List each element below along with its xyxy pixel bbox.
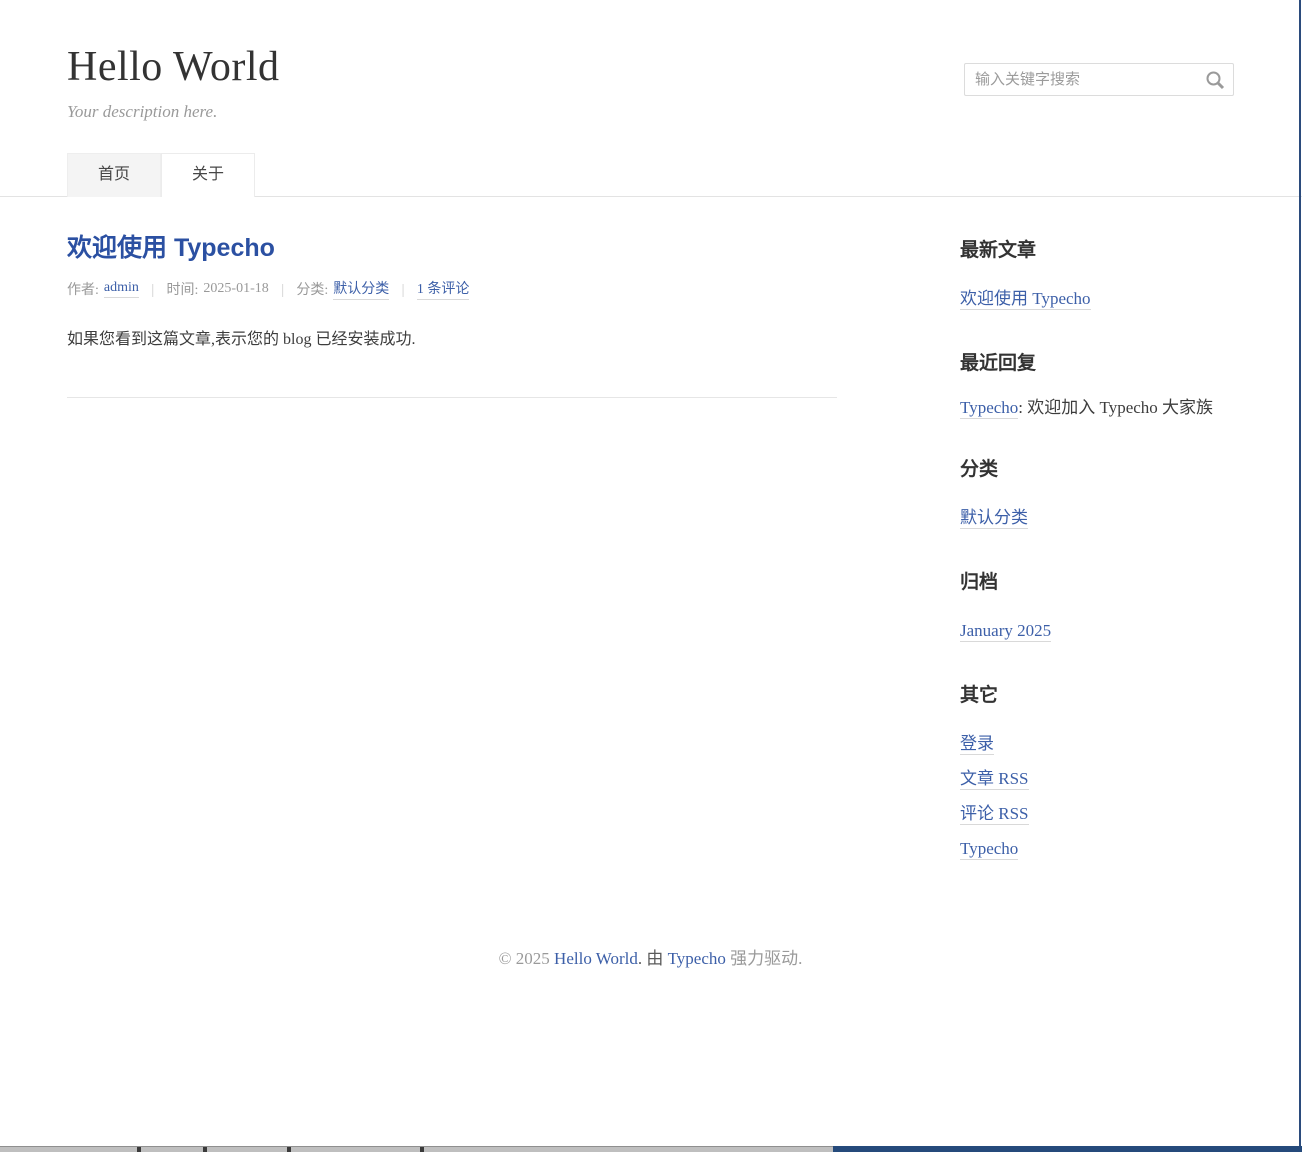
post-rss-link[interactable]: 文章 RSS (960, 769, 1029, 790)
latest-post-link[interactable]: 欢迎使用 Typecho (960, 289, 1091, 310)
nav-tab-home-label: 首页 (98, 166, 130, 183)
widget-recent-comments: 最近回复 Typecho: 欢迎加入 Typecho 大家族 (960, 352, 1234, 422)
date-label: 时间: (167, 279, 199, 299)
site-title-link[interactable]: Hello World (67, 44, 280, 90)
search-icon (1205, 70, 1225, 90)
widget-title-categories: 分类 (960, 458, 1234, 482)
nav-tab-about[interactable]: 关于 (161, 153, 255, 197)
comment-text: : 欢迎加入 Typecho 大家族 (1018, 398, 1213, 417)
nav-tab-about-label: 关于 (192, 166, 224, 183)
list-item: Typecho (960, 831, 1234, 866)
list-item: 欢迎使用 Typecho (960, 281, 1234, 316)
bottom-strip-mark (420, 1147, 424, 1152)
post-date: 2025-01-18 (203, 281, 268, 297)
bottom-strip-navy (833, 1146, 1302, 1152)
recent-comment-item: Typecho: 欢迎加入 Typecho 大家族 (960, 394, 1234, 422)
footer-engine-link[interactable]: Typecho (668, 949, 726, 968)
comment-author-link[interactable]: Typecho (960, 398, 1018, 419)
category-item-link[interactable]: 默认分类 (960, 508, 1028, 529)
footer-suffix-text: 强力驱动. (726, 949, 803, 968)
site-description: Your description here. (67, 101, 1234, 123)
widget-title-archives: 归档 (960, 571, 1234, 595)
post: 欢迎使用 Typecho 作者: admin | 时间: 2025-01-18 … (67, 235, 837, 353)
nav-tab-home[interactable]: 首页 (67, 153, 161, 197)
category-link[interactable]: 默认分类 (333, 278, 389, 300)
copyright-text: © 2025 (499, 949, 554, 968)
post-list: 欢迎使用 Typecho 作者: admin | 时间: 2025-01-18 … (67, 197, 837, 902)
main-nav: 首页 关于 (67, 153, 1234, 197)
widget-title-latest-posts: 最新文章 (960, 239, 1234, 263)
author-label: 作者: (67, 279, 99, 299)
list-item: 登录 (960, 726, 1234, 761)
list-item: 文章 RSS (960, 761, 1234, 796)
widget-categories: 分类 默认分类 (960, 458, 1234, 535)
login-link[interactable]: 登录 (960, 734, 994, 755)
footer-middle-text: . 由 (638, 949, 668, 968)
post-body: 如果您看到这篇文章,表示您的 blog 已经安装成功. (67, 327, 837, 353)
author-link[interactable]: admin (104, 280, 139, 298)
comments-link[interactable]: 1 条评论 (417, 278, 470, 300)
meta-separator: | (401, 281, 405, 297)
typecho-link[interactable]: Typecho (960, 839, 1018, 860)
footer: © 2025 Hello World. 由 Typecho 强力驱动. (67, 902, 1234, 970)
post-title-link[interactable]: 欢迎使用 Typecho (67, 234, 275, 262)
widget-misc: 其它 登录 文章 RSS 评论 RSS Typecho (960, 684, 1234, 866)
post-title: 欢迎使用 Typecho (67, 235, 837, 262)
footer-site-link[interactable]: Hello World (554, 949, 638, 968)
list-item: January 2025 (960, 613, 1234, 648)
widget-latest-posts: 最新文章 欢迎使用 Typecho (960, 239, 1234, 316)
bottom-strip-mark (203, 1147, 207, 1152)
bottom-strip-mark (137, 1147, 141, 1152)
post-meta: 作者: admin | 时间: 2025-01-18 | 分类: 默认分类 | … (67, 278, 837, 300)
search-input[interactable] (965, 64, 1193, 95)
bottom-strip-mark (287, 1147, 291, 1152)
bottom-strip-gray (0, 1147, 833, 1152)
sidebar: 最新文章 欢迎使用 Typecho 最近回复 Typecho: 欢迎加入 Typ… (960, 197, 1234, 902)
category-label: 分类: (296, 279, 328, 299)
list-item: 默认分类 (960, 500, 1234, 535)
window-right-edge (1299, 0, 1301, 1152)
meta-separator: | (281, 281, 285, 297)
widget-title-recent-comments: 最近回复 (960, 352, 1234, 376)
site-header: Hello World Your description here. 首页 关于 (67, 0, 1234, 197)
comment-rss-link[interactable]: 评论 RSS (960, 804, 1029, 825)
widget-archives: 归档 January 2025 (960, 571, 1234, 648)
list-item: 评论 RSS (960, 796, 1234, 831)
archive-link[interactable]: January 2025 (960, 621, 1051, 642)
main-area: 欢迎使用 Typecho 作者: admin | 时间: 2025-01-18 … (67, 197, 1234, 902)
search-box (964, 63, 1234, 96)
meta-separator: | (151, 281, 155, 297)
widget-title-misc: 其它 (960, 684, 1234, 708)
post-divider (67, 397, 837, 398)
